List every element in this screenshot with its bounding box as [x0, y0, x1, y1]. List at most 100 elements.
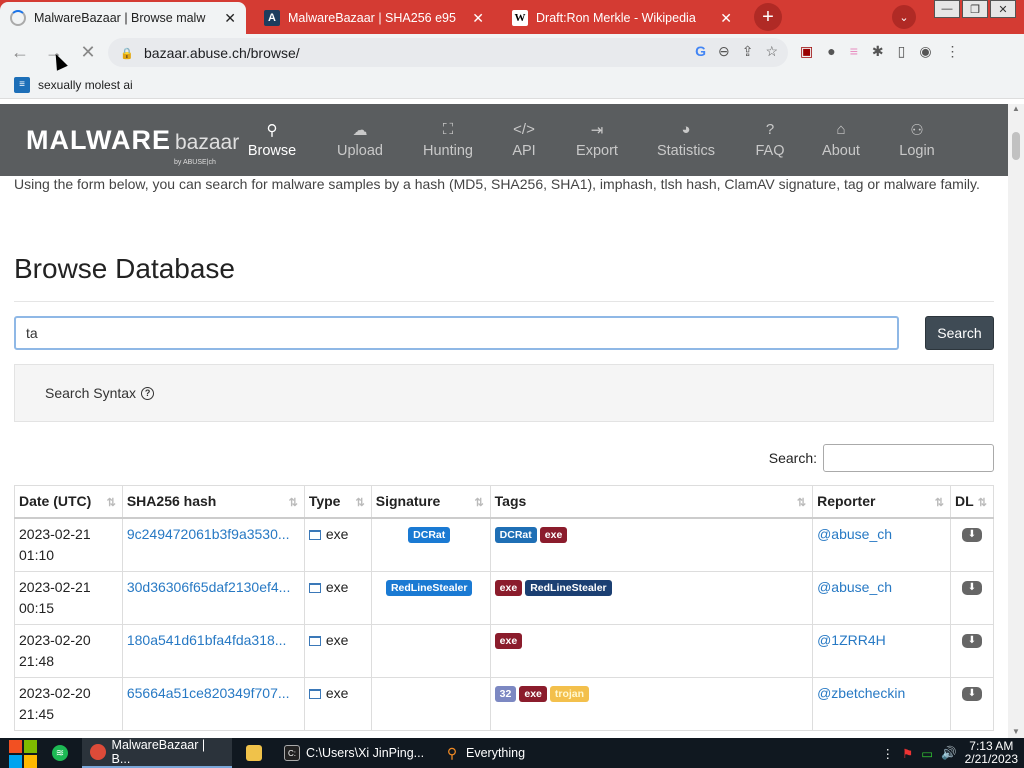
monitor-tray-icon[interactable]: ▭	[921, 746, 933, 761]
taskbar-explorer[interactable]	[232, 738, 276, 768]
close-window-button[interactable]: ✕	[990, 0, 1016, 18]
nav-login[interactable]: ⚇ Login	[884, 121, 950, 159]
tag-badge[interactable]: exe	[494, 632, 523, 649]
user-icon: ⚇	[910, 122, 924, 139]
ublock-extension-icon[interactable]: ▣	[800, 43, 813, 60]
cloud-download-icon[interactable]: ⬇	[961, 580, 982, 595]
table-row: 2023-02-20 21:48 180a541d61bfa4fda318... …	[14, 623, 995, 678]
tag-badge[interactable]: 32	[494, 685, 517, 702]
clock[interactable]: 7:13 AM 2/21/2023	[965, 740, 1018, 766]
nav-api[interactable]: </> API	[484, 121, 564, 159]
taskbar-chrome[interactable]: MalwareBazaar | B...	[82, 738, 232, 768]
back-button[interactable]: ←	[6, 39, 34, 67]
malwarebazaar-logo[interactable]: MALWARE bazaar by ABUSE|ch	[0, 125, 248, 166]
signature-badge[interactable]: DCRat	[408, 526, 451, 543]
flag-extension-icon[interactable]: ≡	[850, 43, 858, 60]
google-icon[interactable]: G	[695, 43, 706, 60]
sha256-link[interactable]: 180a541d61bfa4fda318...	[127, 630, 299, 651]
reporter-link[interactable]: @1ZRR4H	[817, 632, 886, 648]
start-button[interactable]	[0, 738, 44, 768]
volume-icon[interactable]: 🔊	[941, 746, 957, 761]
tag-badge[interactable]: RedLineStealer	[525, 579, 612, 596]
tag-badge[interactable]: trojan	[549, 685, 590, 702]
new-tab-button[interactable]: +	[754, 3, 782, 31]
scrollbar-thumb[interactable]	[1012, 132, 1020, 160]
taskbar-everything[interactable]: ⚲ Everything	[436, 738, 586, 768]
logo-by-text: by ABUSE|ch	[174, 158, 216, 166]
scroll-down-icon[interactable]: ▼	[1012, 727, 1020, 736]
col-header-type[interactable]: Type ⇅	[303, 485, 372, 519]
signature-badge[interactable]: RedLineStealer	[385, 579, 473, 596]
cell-signature: RedLineStealer	[370, 570, 491, 625]
minimize-button[interactable]: —	[934, 0, 960, 18]
page-scrollbar[interactable]: ▲ ▼	[1008, 104, 1024, 738]
table-search-label: Search:	[768, 450, 817, 466]
col-header-label: Type	[308, 493, 341, 510]
col-header-label: Reporter	[817, 493, 876, 510]
reload-stop-button[interactable]: ✕	[74, 39, 102, 67]
nav-statistics[interactable]: ◕ Statistics	[630, 121, 742, 159]
extensions-puzzle-icon[interactable]: ✱	[872, 43, 884, 60]
search-button[interactable]: Search	[924, 316, 994, 350]
tab-search-button[interactable]: ⌄	[892, 5, 916, 29]
tag-badge[interactable]: exe	[539, 526, 568, 543]
building-icon: ⌂	[836, 121, 846, 138]
nav-faq[interactable]: ? FAQ	[742, 121, 798, 159]
reporter-link[interactable]: @abuse_ch	[817, 579, 892, 595]
nav-export[interactable]: ⇥ Export	[564, 121, 630, 159]
reporter-link[interactable]: @zbetcheckin	[817, 685, 905, 701]
col-header-dl[interactable]: DL ⇅	[949, 485, 995, 519]
nav-hunting[interactable]: ⛶ Hunting	[412, 121, 484, 159]
spotify-taskbar-icon[interactable]: ≋	[44, 738, 82, 768]
cloud-download-icon[interactable]: ⬇	[961, 633, 982, 648]
cloud-download-icon[interactable]: ⬇	[961, 527, 982, 542]
tab-malwarebazaar-sha256[interactable]: A MalwareBazaar | SHA256 e95 ✕	[254, 2, 494, 34]
search-syntax-panel[interactable]: Search Syntax ?	[14, 364, 994, 422]
nav-upload[interactable]: ☁ Upload	[308, 121, 412, 159]
help-icon[interactable]: ?	[141, 386, 155, 400]
tag-badge[interactable]: DCRat	[494, 526, 537, 543]
address-bar[interactable]: 🔒 bazaar.abuse.ch/browse/ G ⊖ ⇪ ☆	[108, 38, 788, 67]
sha256-link[interactable]: 30d36306f65daf2130ef4...	[127, 577, 299, 598]
bookmark-star-icon[interactable]: ☆	[765, 43, 778, 60]
profile-icon[interactable]: ◉	[919, 43, 931, 60]
samples-table: Date (UTC) ⇅ SHA256 hash ⇅ Type ⇅ Signature…	[14, 485, 995, 731]
lock-icon[interactable]: 🔒	[120, 47, 134, 60]
menu-kebab-icon[interactable]: ⋮	[946, 43, 960, 60]
search-input[interactable]	[14, 316, 899, 350]
close-tab-icon[interactable]: ✕	[472, 10, 484, 27]
tag-badge[interactable]: exe	[519, 685, 547, 702]
bookmark-item[interactable]: sexually molest ai	[38, 78, 133, 92]
col-header-sha256[interactable]: SHA256 hash ⇅	[121, 485, 305, 519]
scroll-up-icon[interactable]: ▲	[1012, 104, 1020, 113]
col-header-tags[interactable]: Tags ⇅	[489, 485, 814, 519]
col-header-reporter[interactable]: Reporter ⇅	[812, 485, 951, 519]
tab-wikipedia[interactable]: W Draft:Ron Merkle - Wikipedia ✕	[502, 2, 742, 34]
flag-tray-icon[interactable]: ⚑	[902, 746, 913, 761]
close-tab-icon[interactable]: ✕	[720, 10, 732, 27]
reporter-link[interactable]: @abuse_ch	[817, 526, 892, 542]
table-search-input[interactable]	[823, 444, 994, 472]
cloud-download-icon[interactable]: ⬇	[961, 686, 982, 701]
overflow-icon[interactable]: ⋮	[882, 746, 895, 761]
tab-malwarebazaar-browse[interactable]: MalwareBazaar | Browse malw ✕	[0, 2, 246, 34]
tag-badge[interactable]: exe	[494, 579, 523, 596]
zoom-icon[interactable]: ⊖	[718, 43, 730, 60]
taskbar-cmd[interactable]: C: C:\Users\Xi JinPing...	[276, 738, 436, 768]
side-panel-icon[interactable]: ▯	[898, 43, 906, 60]
clock-date: 2/21/2023	[964, 752, 1018, 766]
sha256-link[interactable]: 9c249472061b3f9a3530...	[127, 524, 299, 545]
cell-date: 2023-02-21 00:15	[14, 570, 123, 625]
window-controls: — ❐ ✕	[934, 0, 1016, 18]
cell-signature	[370, 623, 491, 678]
nav-about[interactable]: ⌂ About	[798, 121, 884, 159]
sha256-link[interactable]: 65664a51ce820349f707...	[127, 683, 299, 704]
browser-toolbar: ← → ✕ 🔒 bazaar.abuse.ch/browse/ G ⊖ ⇪ ☆ …	[0, 34, 1024, 71]
avatar-extension-icon[interactable]: ●	[827, 43, 835, 60]
site-navbar: MALWARE bazaar by ABUSE|ch ⚲ Browse ☁ Upl…	[0, 104, 1008, 176]
close-tab-icon[interactable]: ✕	[224, 10, 236, 27]
col-header-date[interactable]: Date (UTC) ⇅	[14, 485, 123, 519]
restore-button[interactable]: ❐	[962, 0, 988, 18]
share-icon[interactable]: ⇪	[742, 43, 754, 60]
col-header-signature[interactable]: Signature ⇅	[370, 485, 491, 519]
